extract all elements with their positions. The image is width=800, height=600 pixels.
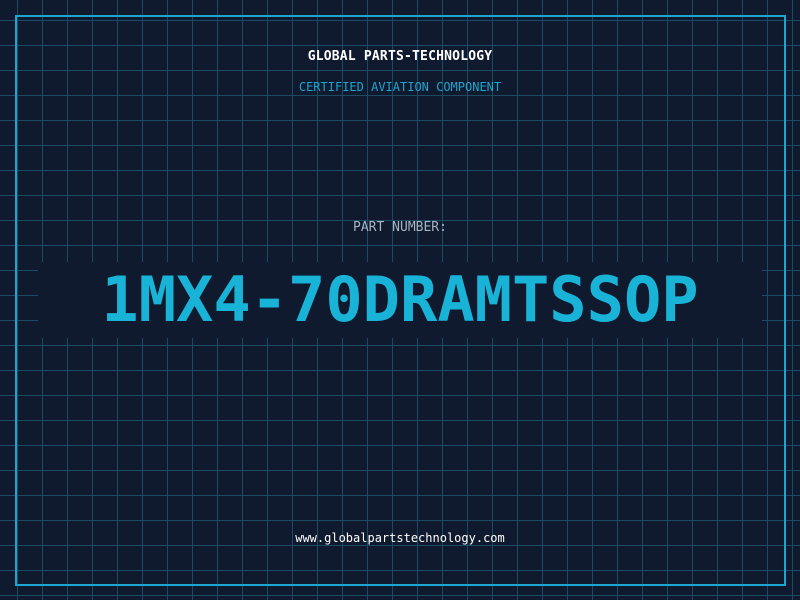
company-name: GLOBAL PARTS-TECHNOLOGY xyxy=(307,49,493,64)
certification-text: CERTIFIED AVIATION COMPONENT xyxy=(298,80,502,94)
part-number-label: PART NUMBER: xyxy=(353,220,447,235)
part-label-card: GLOBAL PARTS-TECHNOLOGY CERTIFIED AVIATI… xyxy=(0,0,800,600)
website-url: www.globalpartstechnology.com xyxy=(295,531,505,545)
part-number-value: 1MX4-70DRAMTSSOP xyxy=(101,263,699,336)
